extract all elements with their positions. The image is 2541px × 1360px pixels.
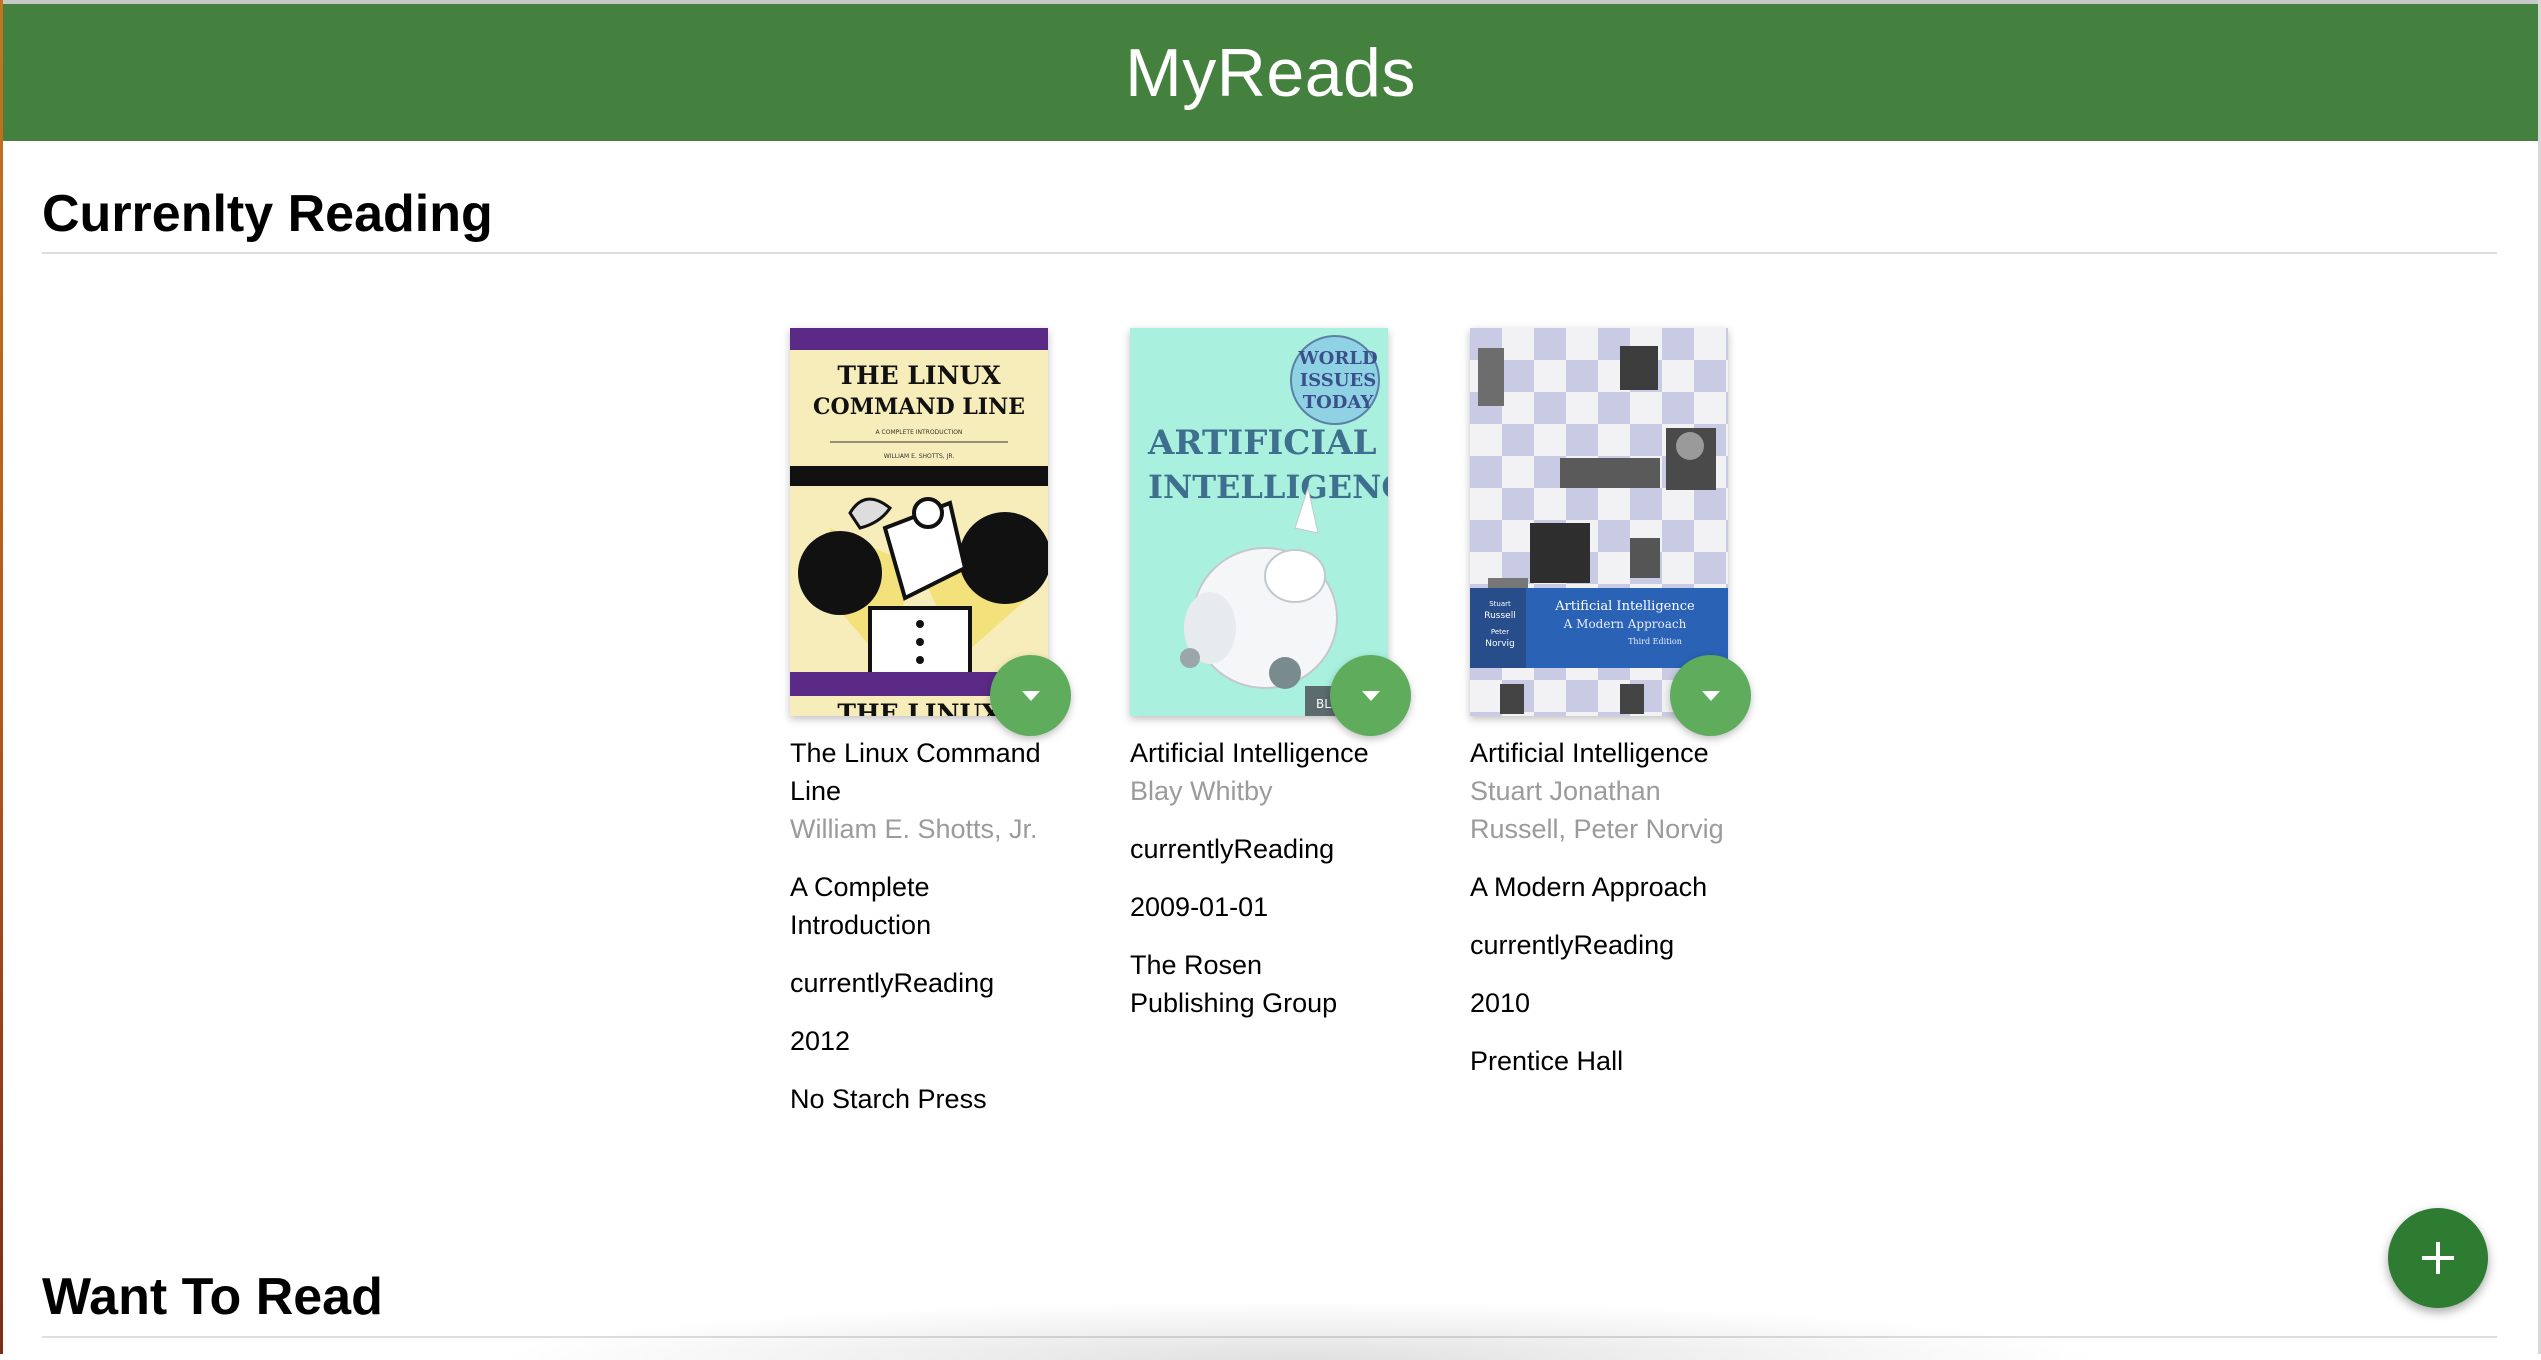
shelf-divider <box>42 252 2497 254</box>
book-published-date: 2012 <box>790 1026 851 1056</box>
svg-text:Peter: Peter <box>1491 628 1509 636</box>
svg-text:WILLIAM E. SHOTTS, JR.: WILLIAM E. SHOTTS, JR. <box>884 453 955 460</box>
book-item: Stuart Russell Peter Norvig Artificial I… <box>1470 328 1751 1080</box>
svg-text:A Modern Approach: A Modern Approach <box>1563 617 1687 631</box>
svg-text:Artificial Intelligence: Artificial Intelligence <box>1554 599 1695 614</box>
book-published-date: 2010 <box>1470 988 1531 1018</box>
svg-text:THE LINUX: THE LINUX <box>837 361 1001 390</box>
svg-text:A COMPLETE INTRODUCTION: A COMPLETE INTRODUCTION <box>876 429 963 436</box>
linux-cover-art: THE LINUX COMMAND LINE A COMPLETE INTROD… <box>790 328 1048 716</box>
book-shelf: currentlyReading <box>790 968 995 998</box>
book-shelf: currentlyReading <box>1470 930 1675 960</box>
book-cover[interactable]: Stuart Russell Peter Norvig Artificial I… <box>1470 328 1751 736</box>
svg-text:Stuart: Stuart <box>1489 600 1511 608</box>
svg-text:THE LINUX: THE LINUX <box>837 699 1001 716</box>
svg-text:Norvig: Norvig <box>1485 639 1514 649</box>
plus-icon[interactable] <box>2388 1208 2488 1308</box>
book-subtitle: A Complete Introduction <box>790 872 932 940</box>
ai-whitby-cover-art: WORLD ISSUES TODAY ARTIFICIAL INTELLIGEN… <box>1130 328 1388 716</box>
book-item: WORLD ISSUES TODAY ARTIFICIAL INTELLIGEN… <box>1130 328 1411 1022</box>
svg-text:ARTIFICIAL: ARTIFICIAL <box>1147 423 1377 463</box>
shelf-title-currently-reading: Currenlty Reading <box>42 185 493 243</box>
book-item: THE LINUX COMMAND LINE A COMPLETE INTROD… <box>790 328 1071 1118</box>
book-title: The Linux Command Line <box>790 738 1041 806</box>
book-cover[interactable]: THE LINUX COMMAND LINE A COMPLETE INTROD… <box>790 328 1071 736</box>
app-header: MyReads <box>3 4 2538 141</box>
svg-text:INTELLIGENCE: INTELLIGENCE <box>1148 468 1388 506</box>
svg-text:TODAY: TODAY <box>1303 392 1375 413</box>
book-authors: William E. Shotts, Jr. <box>790 814 1038 844</box>
book-authors: Stuart Jonathan Russell, Peter Norvig <box>1470 776 1724 844</box>
scroll-shadow <box>487 1300 2110 1360</box>
svg-text:Third Edition: Third Edition <box>1628 637 1682 646</box>
app-title: MyReads <box>1125 34 1416 111</box>
svg-text:Russell: Russell <box>1484 611 1515 621</box>
svg-text:ISSUES: ISSUES <box>1300 370 1376 391</box>
ai-russell-cover-art: Stuart Russell Peter Norvig Artificial I… <box>1470 328 1728 716</box>
book-subtitle: A Modern Approach <box>1470 872 1708 902</box>
book-authors: Blay Whitby <box>1130 776 1273 806</box>
book-cover[interactable]: WORLD ISSUES TODAY ARTIFICIAL INTELLIGEN… <box>1130 328 1411 736</box>
book-publisher: The Rosen Publishing Group <box>1130 950 1338 1018</box>
svg-text:COMMAND LINE: COMMAND LINE <box>813 394 1025 420</box>
book-published-date: 2009-01-01 <box>1130 892 1269 922</box>
caret-down-icon[interactable] <box>1670 655 1751 736</box>
caret-down-icon[interactable] <box>1330 655 1411 736</box>
svg-text:WORLD: WORLD <box>1297 348 1377 369</box>
book-publisher: Prentice Hall <box>1470 1046 1624 1076</box>
shelf-title-want-to-read: Want To Read <box>42 1268 383 1326</box>
book-publisher: No Starch Press <box>790 1084 987 1114</box>
book-title: Artificial Intelligence <box>1470 738 1709 768</box>
book-shelf: currentlyReading <box>1130 834 1335 864</box>
book-title: Artificial Intelligence <box>1130 738 1369 768</box>
caret-down-icon[interactable] <box>990 655 1071 736</box>
